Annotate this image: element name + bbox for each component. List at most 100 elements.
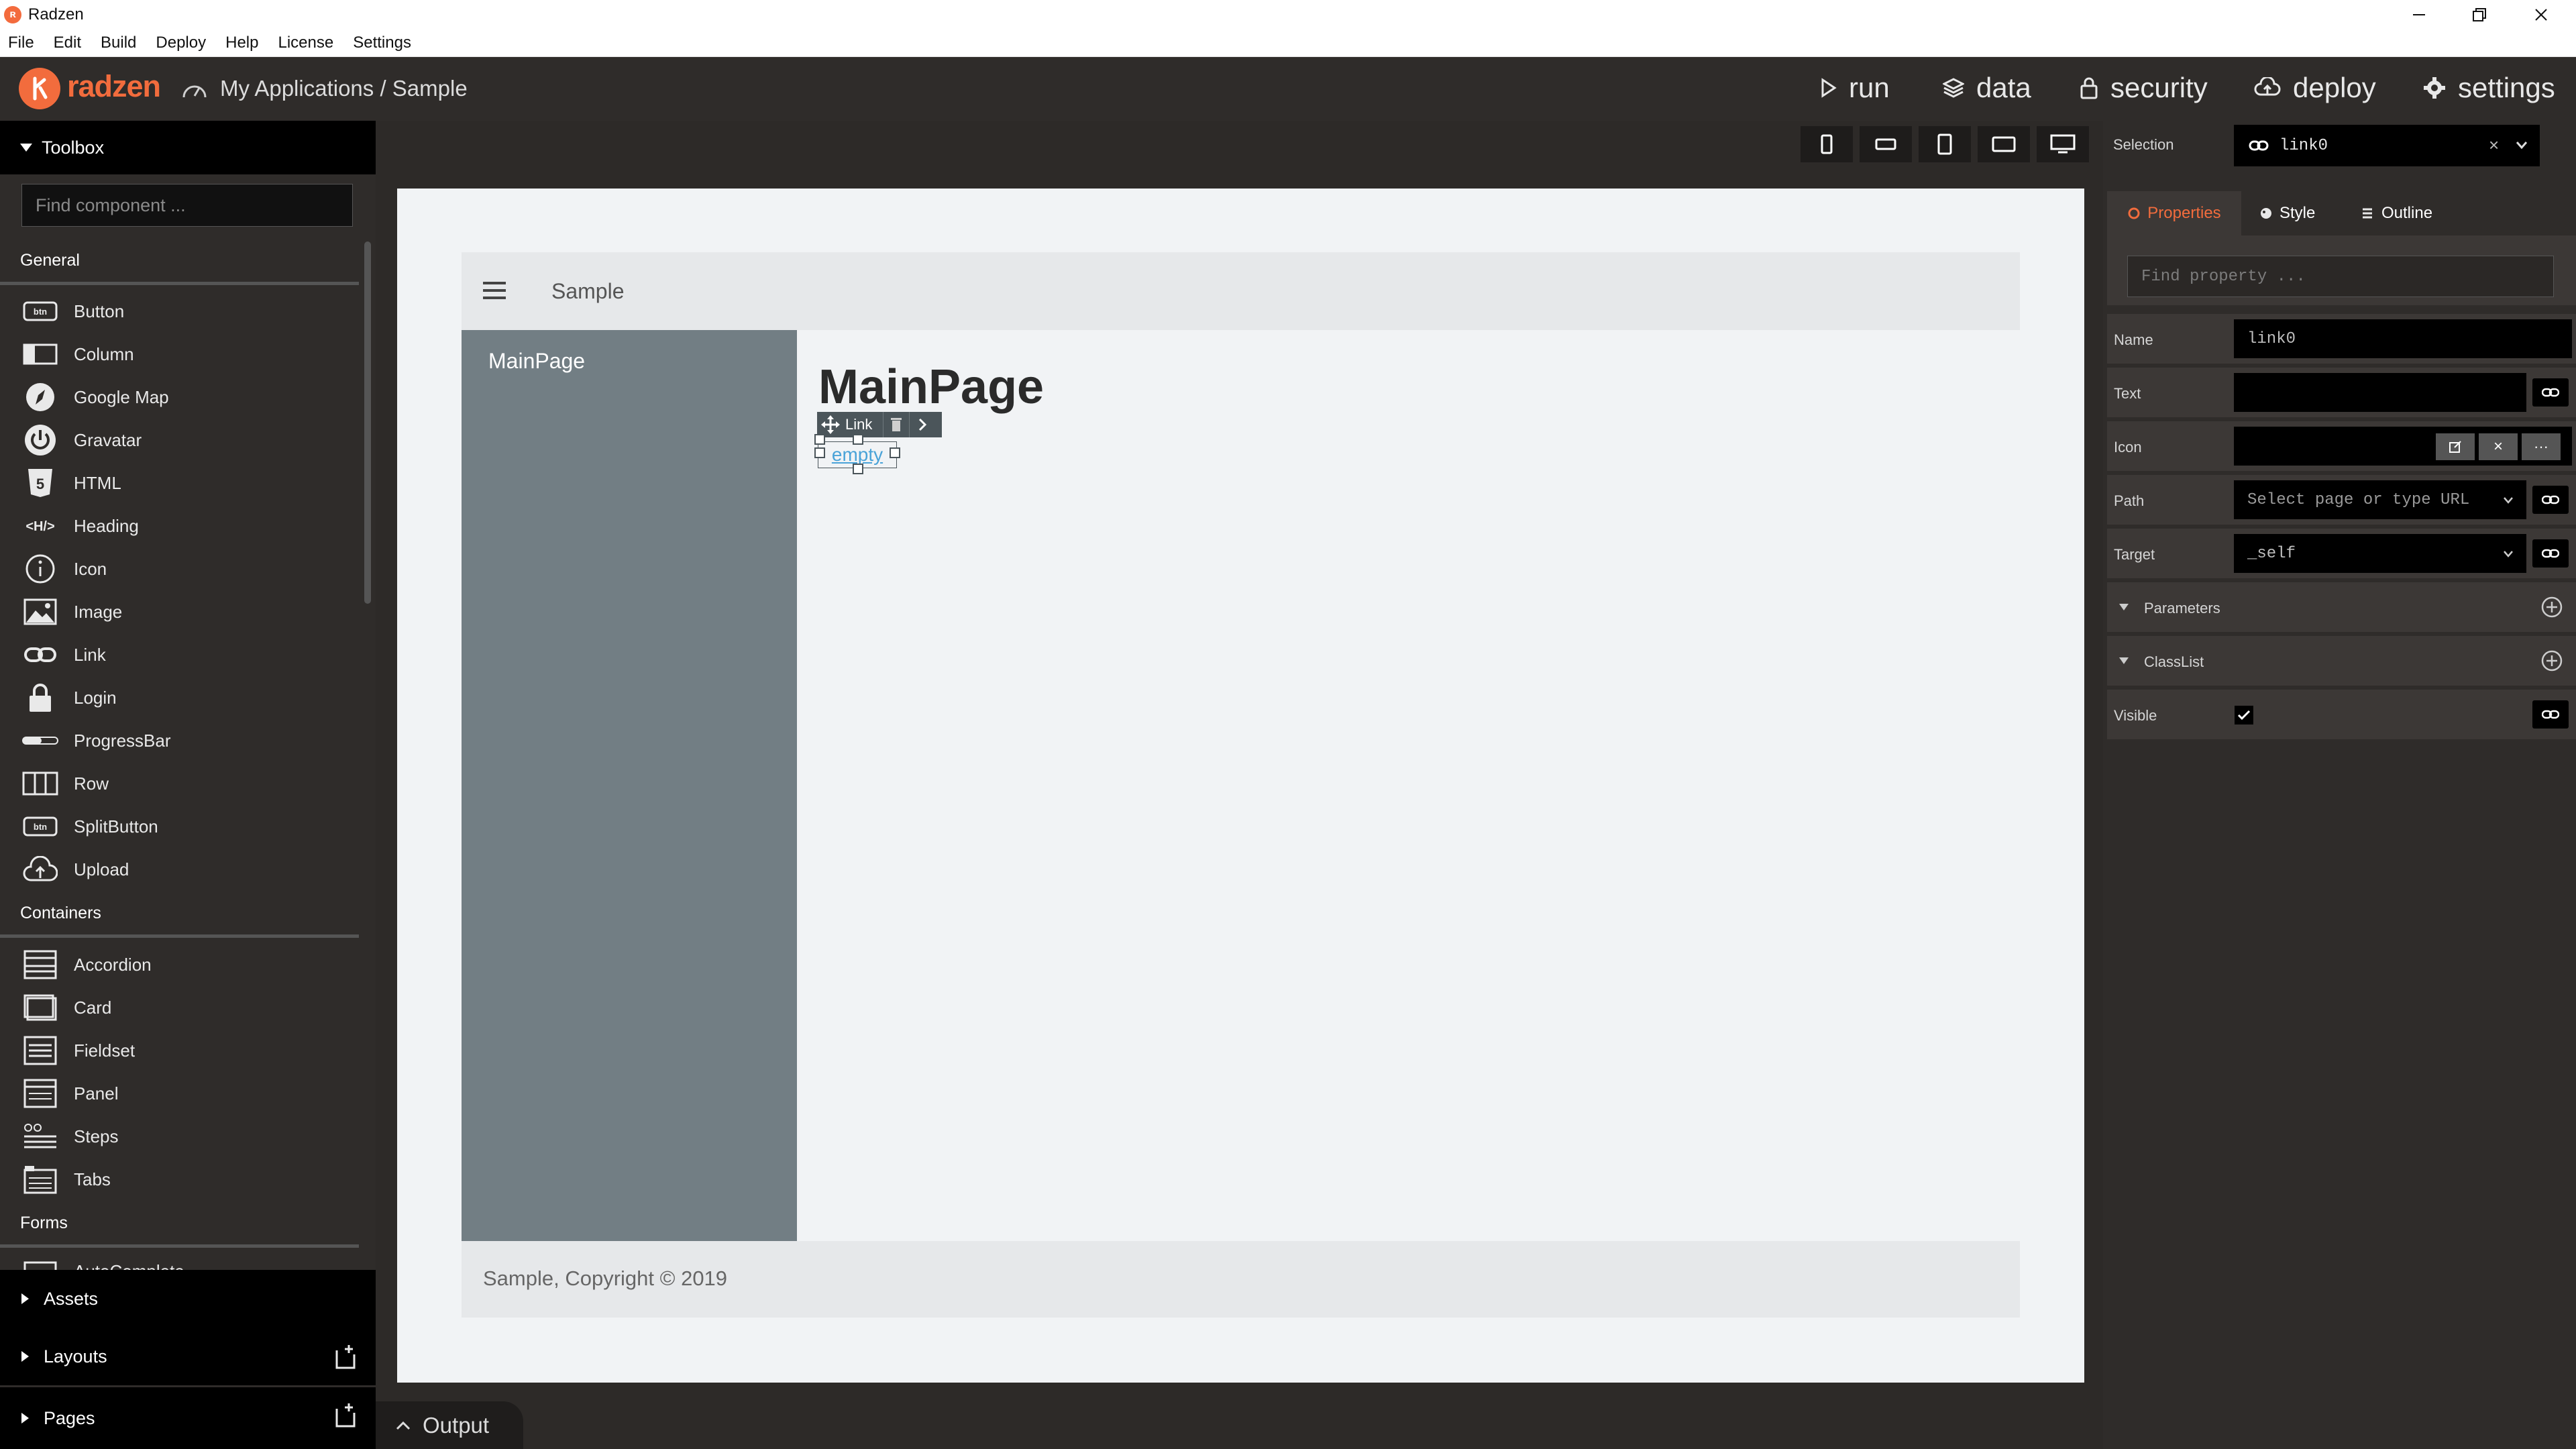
layouts-section[interactable]: Layouts xyxy=(0,1328,376,1385)
breadcrumb[interactable]: My Applications / Sample xyxy=(220,76,468,101)
chevron-down-icon[interactable] xyxy=(2516,141,2528,150)
tab-outline[interactable]: Outline xyxy=(2361,191,2432,235)
gauge-icon[interactable] xyxy=(181,78,208,101)
hamburger-icon[interactable] xyxy=(482,280,507,302)
minimize-button[interactable] xyxy=(2391,0,2447,29)
row-icon xyxy=(21,767,59,800)
new-file-icon[interactable] xyxy=(334,1344,358,1371)
text-input[interactable] xyxy=(2234,373,2526,412)
output-toggle[interactable]: Output xyxy=(376,1401,523,1449)
tool-google-map[interactable]: Google Map xyxy=(21,377,169,417)
tablet-portrait-button[interactable] xyxy=(1919,126,1971,162)
link-icon xyxy=(2542,549,2559,558)
tab-properties[interactable]: Properties xyxy=(2107,191,2241,235)
nav-deploy[interactable]: deploy xyxy=(2254,72,2376,104)
tool-splitbutton[interactable]: btn SplitButton xyxy=(21,806,158,847)
component-search-input[interactable]: Find component ... xyxy=(21,184,353,227)
page-heading[interactable]: MainPage xyxy=(818,360,1044,415)
tool-html[interactable]: 5 HTML xyxy=(21,463,121,503)
caret-down-icon xyxy=(20,144,32,152)
tool-icon[interactable]: Icon xyxy=(21,549,107,589)
bind-path-button[interactable] xyxy=(2532,486,2569,514)
property-row-parameters[interactable]: Parameters xyxy=(2107,582,2576,632)
path-dropdown[interactable]: Select page or type URL xyxy=(2234,480,2526,519)
tool-fieldset[interactable]: Fieldset xyxy=(21,1030,135,1071)
tool-autocomplete[interactable]: AutoComplete xyxy=(21,1253,184,1271)
sidebar-item-mainpage[interactable]: MainPage xyxy=(488,349,585,374)
tool-accordion[interactable]: Accordion xyxy=(21,945,152,985)
tool-heading[interactable]: <H/> Heading xyxy=(21,506,139,546)
tool-button[interactable]: btn Button xyxy=(21,291,124,331)
clear-selection-icon[interactable]: × xyxy=(2489,135,2499,156)
tool-link[interactable]: Link xyxy=(21,635,106,675)
close-icon xyxy=(2535,8,2547,21)
compass-icon xyxy=(21,380,59,414)
selected-link[interactable]: empty xyxy=(814,434,900,474)
visible-checkbox[interactable] xyxy=(2235,706,2253,724)
nav-run[interactable]: run xyxy=(1821,72,1890,104)
property-row-classlist[interactable]: ClassList xyxy=(2107,636,2576,686)
minimize-icon xyxy=(2413,13,2425,15)
tool-login[interactable]: Login xyxy=(21,678,117,718)
menu-build[interactable]: Build xyxy=(101,34,136,52)
tool-steps[interactable]: Steps xyxy=(21,1116,119,1157)
nav-settings[interactable]: settings xyxy=(2423,72,2555,104)
move-icon[interactable] xyxy=(821,415,840,434)
desktop-button[interactable] xyxy=(2037,126,2089,162)
pages-section[interactable]: Pages xyxy=(0,1387,376,1449)
bind-visible-button[interactable] xyxy=(2532,700,2569,729)
page-header[interactable]: Sample xyxy=(462,252,2020,330)
selection-dropdown[interactable]: link0 × xyxy=(2234,125,2540,166)
chevron-down-icon[interactable] xyxy=(2503,550,2514,558)
name-input[interactable]: link0 xyxy=(2234,319,2572,358)
add-parameter-icon[interactable] xyxy=(2540,596,2563,619)
logo-text: radzen xyxy=(67,69,161,103)
tool-progressbar[interactable]: ProgressBar xyxy=(21,720,171,761)
tool-image[interactable]: Image xyxy=(21,592,122,632)
chevron-down-icon[interactable] xyxy=(2503,496,2514,504)
nav-data[interactable]: data xyxy=(1943,72,2031,104)
menu-settings[interactable]: Settings xyxy=(353,34,411,52)
tool-row[interactable]: Row xyxy=(21,763,109,804)
tool-tabs[interactable]: Tabs xyxy=(21,1159,111,1199)
menu-deploy[interactable]: Deploy xyxy=(156,34,206,52)
nav-security[interactable]: security xyxy=(2080,72,2208,104)
resize-handle[interactable] xyxy=(853,464,863,474)
phone-landscape-button[interactable] xyxy=(1860,126,1912,162)
target-dropdown[interactable]: _self xyxy=(2234,534,2526,573)
resize-handle[interactable] xyxy=(814,434,825,445)
new-file-icon[interactable] xyxy=(334,1402,358,1429)
assets-section[interactable]: Assets xyxy=(0,1270,376,1328)
resize-handle[interactable] xyxy=(890,447,900,458)
tool-card[interactable]: Card xyxy=(21,987,111,1028)
tool-upload[interactable]: Upload xyxy=(21,849,129,890)
tool-gravatar[interactable]: Gravatar xyxy=(21,420,142,460)
bind-text-button[interactable] xyxy=(2532,378,2569,407)
close-button[interactable] xyxy=(2513,0,2569,29)
page-footer[interactable]: Sample, Copyright © 2019 xyxy=(462,1241,2020,1318)
open-icon-picker-button[interactable] xyxy=(2436,433,2475,460)
property-row-path: Path Select page or type URL xyxy=(2107,475,2576,525)
more-options-button[interactable]: ··· xyxy=(2522,433,2561,460)
restore-button[interactable] xyxy=(2451,0,2508,29)
menu-license[interactable]: License xyxy=(278,34,333,52)
menu-edit[interactable]: Edit xyxy=(54,34,81,52)
next-button[interactable] xyxy=(909,412,935,437)
toolbox-scrollbar[interactable] xyxy=(364,241,371,604)
clear-icon-button[interactable]: × xyxy=(2479,433,2518,460)
tab-style[interactable]: Style xyxy=(2259,191,2315,235)
delete-button[interactable] xyxy=(883,412,909,437)
menu-file[interactable]: File xyxy=(8,34,34,52)
tool-column[interactable]: Column xyxy=(21,334,134,374)
resize-handle[interactable] xyxy=(814,447,825,458)
property-search-input[interactable]: Find property ... xyxy=(2127,256,2554,297)
menu-help[interactable]: Help xyxy=(225,34,258,52)
phone-portrait-button[interactable] xyxy=(1801,126,1853,162)
bind-target-button[interactable] xyxy=(2532,539,2569,568)
tablet-landscape-button[interactable] xyxy=(1978,126,2030,162)
toolbox-header[interactable]: Toolbox xyxy=(0,121,376,174)
resize-handle[interactable] xyxy=(853,434,863,445)
add-class-icon[interactable] xyxy=(2540,649,2563,672)
tool-panel[interactable]: Panel xyxy=(21,1073,119,1114)
sidebar-pane[interactable]: MainPage xyxy=(462,330,797,1241)
